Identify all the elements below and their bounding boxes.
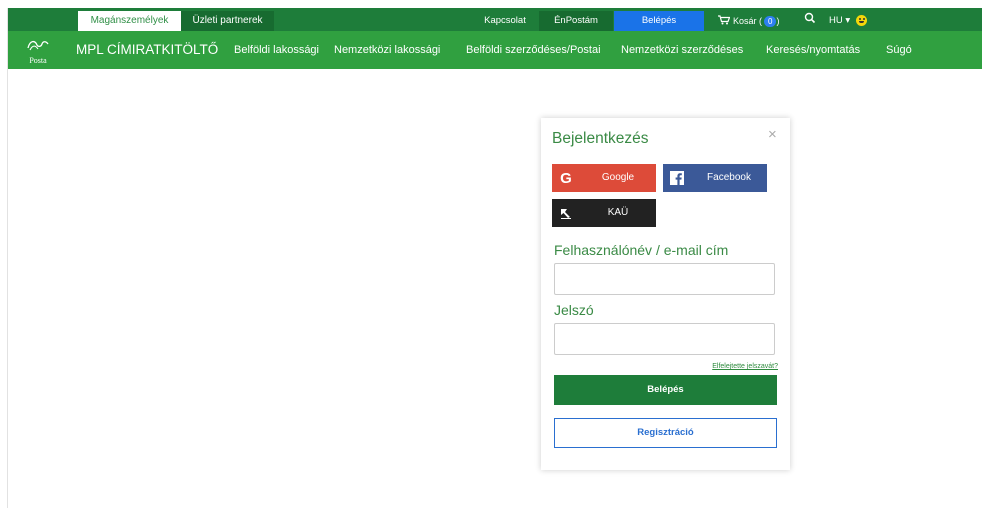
search-icon[interactable] [804,12,816,24]
tab-business-partners[interactable]: Üzleti partnerek [181,11,274,31]
login-dialog: Bejelentkezés × G Google Facebook KAÜ Fe… [541,118,790,470]
cart-button[interactable]: Kosár (0) [718,11,779,31]
google-login-label: Google [601,172,635,183]
top-bar: Magánszemélyek Üzleti partnerek Kapcsola… [8,8,982,31]
kau-icon [552,199,580,227]
close-icon[interactable]: × [768,126,777,143]
tab-private-persons[interactable]: Magánszemélyek [78,11,181,31]
nav-item-international-private[interactable]: Nemzetközi lakossági [334,31,440,69]
nav-item-domestic-private[interactable]: Belföldi lakossági [234,31,319,69]
facebook-icon [663,164,691,192]
cart-label-close: ) [776,16,780,26]
contact-link[interactable]: Kapcsolat [471,11,539,31]
nav-item-help[interactable]: Súgó [886,31,912,69]
cart-icon [718,15,731,25]
accessibility-icon[interactable] [856,15,867,26]
kau-login-button[interactable]: KAÜ [552,199,656,227]
cart-count-badge: 0 [764,16,777,27]
main-navigation: Posta MPL CÍMIRATKITÖLTŐ Belföldi lakoss… [8,31,982,69]
login-submit-button[interactable]: Belépés [554,375,777,405]
cart-label: Kosár ( [733,16,763,26]
facebook-login-button[interactable]: Facebook [663,164,767,192]
register-button[interactable]: Regisztráció [554,418,777,448]
username-field[interactable] [554,263,775,295]
dialog-title: Bejelentkezés [552,130,649,147]
nav-item-search-print[interactable]: Keresés/nyomtatás [766,31,860,69]
google-login-button[interactable]: G Google [552,164,656,192]
password-label: Jelszó [554,302,594,318]
kau-login-label: KAÜ [607,207,629,218]
enpostam-link[interactable]: ÉnPostám [539,11,613,31]
username-label: Felhasználónév / e-mail cím [554,242,729,258]
nav-item-domestic-contract[interactable]: Belföldi szerződéses/Postai [466,31,601,69]
brand-title[interactable]: MPL CÍMIRATKITÖLTŐ [76,31,218,69]
forgot-password-link[interactable]: Elfelejtette jelszavát? [712,363,778,370]
logo-text: Posta [29,56,47,65]
language-selector[interactable]: HU ▾ [829,11,850,31]
facebook-login-label: Facebook [707,172,751,183]
posta-horn-icon [27,40,49,51]
login-link[interactable]: Belépés [614,11,704,31]
posta-logo[interactable]: Posta [26,38,50,65]
google-icon: G [560,169,572,187]
nav-item-international-contract[interactable]: Nemzetközi szerződéses [621,31,743,69]
password-field[interactable] [554,323,775,355]
page-left-border [7,8,8,508]
